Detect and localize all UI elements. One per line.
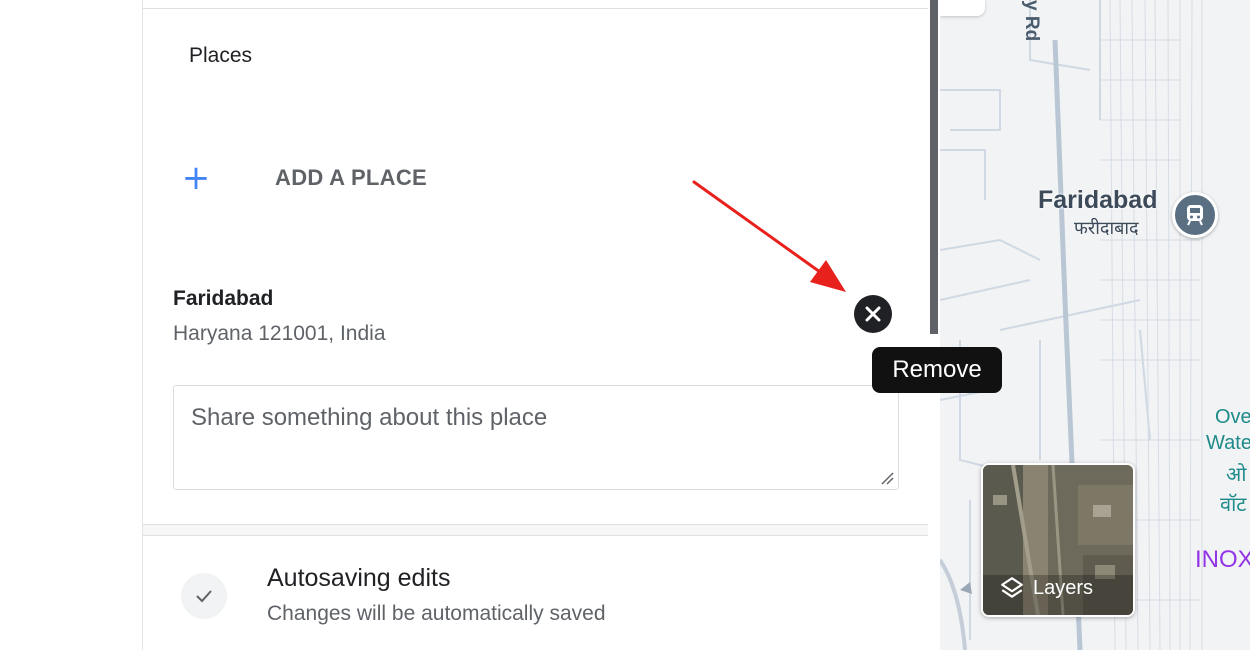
map-city-label-hindi: फरीदाबाद (1074, 218, 1139, 238)
map-poi-label-2: Wate (1206, 432, 1250, 454)
section-gap (143, 525, 929, 535)
autosave-title: Autosaving edits (267, 564, 451, 592)
place-name: Faridabad (173, 287, 274, 310)
resize-handle-icon[interactable] (880, 471, 894, 485)
layers-label: Layers (1033, 576, 1094, 599)
edit-panel: Places + ADD A PLACE Faridabad Haryana 1… (142, 0, 1002, 650)
autosave-subtitle: Changes will be automatically saved (267, 602, 606, 625)
scrollbar-thumb[interactable] (930, 0, 938, 334)
plus-icon: + (181, 158, 211, 198)
layers-label-group: Layers (999, 575, 1093, 601)
map-control-chip[interactable] (940, 0, 985, 16)
layers-icon (1001, 577, 1023, 598)
layers-button[interactable]: Layers (981, 463, 1135, 617)
remove-tooltip: Remove (872, 347, 1002, 393)
top-divider (143, 8, 929, 9)
train-station-icon[interactable] (1172, 192, 1218, 238)
panel-scrollbar[interactable] (928, 0, 939, 650)
map-view[interactable]: y Rd Faridabad फरीदाबाद Ove Wate ओ वॉट I… (940, 0, 1250, 650)
add-place-button[interactable]: + ADD A PLACE (179, 160, 427, 196)
remove-place-button[interactable] (854, 295, 892, 333)
places-section-title: Places (189, 44, 253, 67)
place-note-textarea[interactable]: Share something about this place (173, 385, 899, 490)
map-road-label: y Rd (1021, 0, 1042, 42)
section-divider-lower (143, 535, 929, 536)
close-icon (865, 306, 881, 322)
map-poi-label-4: वॉट (1220, 494, 1247, 516)
check-icon (196, 590, 212, 603)
add-place-label: ADD A PLACE (275, 165, 428, 190)
map-city-label: Faridabad (1038, 186, 1158, 214)
map-poi-label-1: Ove (1215, 406, 1250, 428)
map-poi-label-3: ओ (1226, 464, 1247, 486)
note-placeholder: Share something about this place (191, 404, 548, 431)
autosave-status-icon (181, 573, 227, 619)
place-address: Haryana 121001, India (173, 322, 386, 345)
map-poi-label-5: INOX (1195, 546, 1250, 573)
